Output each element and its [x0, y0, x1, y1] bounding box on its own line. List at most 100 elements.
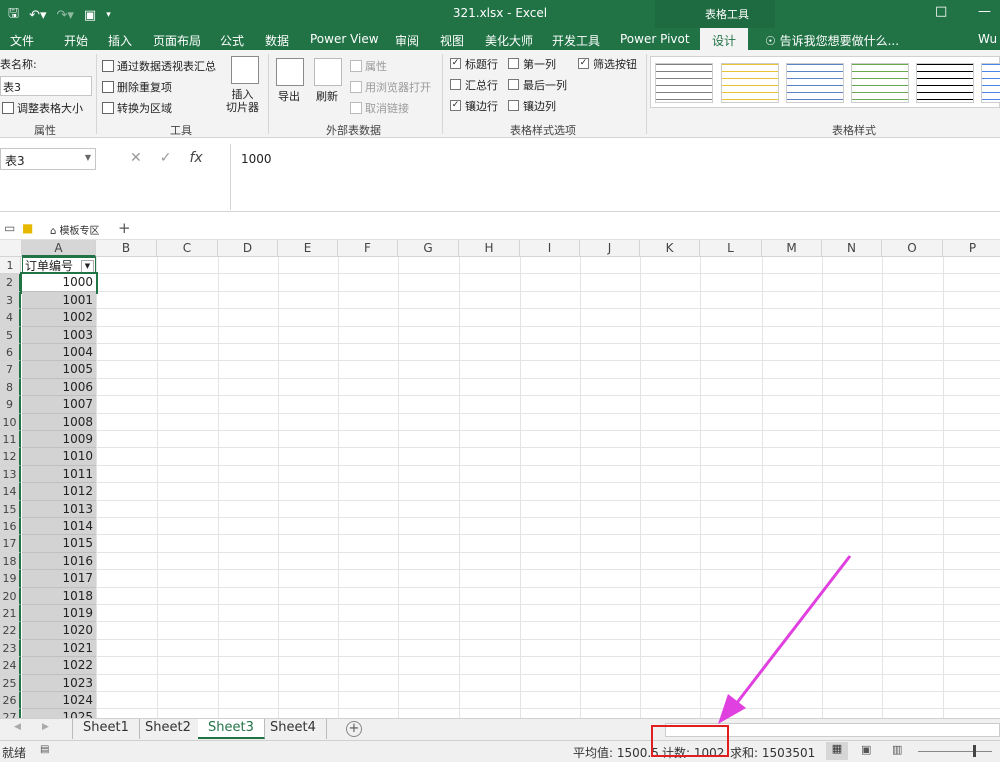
- banded-rows-checkbox[interactable]: ✓: [450, 100, 461, 111]
- user-name[interactable]: Wu: [978, 32, 997, 46]
- cell[interactable]: 1021: [22, 639, 96, 658]
- cell[interactable]: 1015: [22, 535, 96, 553]
- row-header[interactable]: 3: [0, 291, 21, 310]
- minimize-icon[interactable]: —: [978, 4, 991, 19]
- table-style-swatch[interactable]: [786, 63, 844, 103]
- cell[interactable]: 1023: [22, 674, 96, 692]
- header-row-checkbox[interactable]: ✓: [450, 58, 461, 69]
- column-header[interactable]: N: [822, 240, 882, 257]
- column-header[interactable]: P: [943, 240, 1000, 257]
- cell[interactable]: 1008: [22, 413, 96, 431]
- tab-page-layout[interactable]: 页面布局: [153, 32, 201, 49]
- column-header[interactable]: G: [398, 240, 459, 257]
- tab-power-pivot[interactable]: Power Pivot: [620, 32, 690, 46]
- formula-input[interactable]: 1000: [230, 144, 1000, 210]
- insert-slicer-label[interactable]: 插入 切片器: [226, 88, 259, 114]
- column-header[interactable]: A: [22, 240, 96, 257]
- cell[interactable]: 1006: [22, 378, 96, 397]
- row-header[interactable]: 8: [0, 378, 21, 397]
- ribbon-display-options-icon[interactable]: □: [935, 4, 947, 19]
- sheet-tab[interactable]: Sheet2: [135, 719, 202, 739]
- tab-power-view[interactable]: Power View: [310, 32, 379, 46]
- tab-file[interactable]: 文件: [10, 32, 34, 49]
- cell[interactable]: 1011: [22, 465, 96, 484]
- table-style-swatch[interactable]: [721, 63, 779, 103]
- cancel-icon[interactable]: ✕: [130, 150, 142, 166]
- new-file-icon[interactable]: ▭: [4, 221, 15, 235]
- tab-home[interactable]: 开始: [64, 32, 88, 49]
- refresh-button[interactable]: 刷新: [316, 88, 338, 104]
- add-tab-button[interactable]: +: [118, 219, 131, 237]
- select-all-corner[interactable]: [0, 240, 22, 257]
- column-header[interactable]: H: [459, 240, 520, 257]
- row-header[interactable]: 1: [0, 257, 21, 275]
- cell[interactable]: 1001: [22, 291, 96, 310]
- table-style-swatch[interactable]: [655, 63, 713, 103]
- sheet-tab[interactable]: Sheet3: [198, 719, 265, 739]
- cell[interactable]: 1019: [22, 605, 96, 623]
- refresh-icon[interactable]: [314, 58, 342, 86]
- tab-view[interactable]: 视图: [440, 32, 464, 49]
- insert-function-icon[interactable]: fx: [189, 150, 202, 166]
- cell[interactable]: 1005: [22, 361, 96, 379]
- cell[interactable]: 1003: [22, 326, 96, 344]
- row-header[interactable]: 23: [0, 639, 21, 658]
- convert-to-range-button[interactable]: 转换为区域: [102, 100, 172, 116]
- row-header[interactable]: 16: [0, 518, 21, 536]
- scroll-left-icon[interactable]: ◀: [14, 722, 21, 732]
- normal-view-icon[interactable]: ▦: [826, 742, 848, 760]
- macro-record-icon[interactable]: ▤: [40, 744, 49, 755]
- first-column-checkbox[interactable]: [508, 58, 519, 69]
- row-header[interactable]: 2: [0, 274, 21, 292]
- cell[interactable]: 1012: [22, 483, 96, 501]
- sheet-tab[interactable]: Sheet4: [260, 719, 327, 739]
- spreadsheet-grid[interactable]: A B C D E F G H I J K L M N O P 1 订单编号 ▼ 2 1000 3 1001 4 1002 5 10…: [0, 240, 1000, 718]
- zoom-slider[interactable]: [918, 751, 992, 752]
- table-name-input[interactable]: 表3: [0, 76, 92, 96]
- column-header[interactable]: K: [640, 240, 700, 257]
- name-box[interactable]: 表3 ▼: [0, 148, 96, 170]
- tab-design[interactable]: 设计: [700, 28, 749, 50]
- column-header[interactable]: J: [580, 240, 640, 257]
- tell-me-search[interactable]: ☉ 告诉我您想要做什么...: [765, 32, 899, 49]
- row-header[interactable]: 12: [0, 448, 21, 466]
- table-header-cell[interactable]: 订单编号 ▼: [22, 257, 96, 275]
- tab-developer[interactable]: 开发工具: [552, 32, 600, 49]
- last-column-checkbox[interactable]: [508, 79, 519, 90]
- template-zone-tab[interactable]: ⌂ 模板专区: [50, 222, 100, 237]
- column-header[interactable]: E: [278, 240, 338, 257]
- cell[interactable]: 1002: [22, 309, 96, 327]
- filter-dropdown-icon[interactable]: ▼: [81, 260, 94, 273]
- column-header[interactable]: F: [338, 240, 398, 257]
- tab-insert[interactable]: 插入: [108, 32, 132, 49]
- add-sheet-button[interactable]: +: [346, 721, 362, 737]
- tab-beautify[interactable]: 美化大师: [485, 32, 533, 49]
- page-layout-view-icon[interactable]: ▣: [861, 743, 871, 756]
- table-style-swatch[interactable]: [916, 63, 974, 103]
- row-header[interactable]: 5: [0, 326, 21, 344]
- cell[interactable]: 1017: [22, 570, 96, 588]
- tab-formulas[interactable]: 公式: [220, 32, 244, 49]
- pivot-summary-button[interactable]: 通过数据透视表汇总: [102, 58, 216, 74]
- row-header[interactable]: 25: [0, 674, 21, 692]
- tab-review[interactable]: 审阅: [395, 32, 419, 49]
- table-style-swatch[interactable]: [851, 63, 909, 103]
- column-header[interactable]: D: [218, 240, 278, 257]
- export-icon[interactable]: [276, 58, 304, 86]
- cell[interactable]: 1009: [22, 431, 96, 449]
- row-header[interactable]: 18: [0, 552, 21, 571]
- scroll-right-icon[interactable]: ▶: [42, 722, 49, 732]
- row-header[interactable]: 17: [0, 535, 21, 553]
- cell[interactable]: 1025: [22, 709, 96, 718]
- row-header[interactable]: 14: [0, 483, 21, 501]
- export-button[interactable]: 导出: [278, 88, 300, 104]
- row-header[interactable]: 24: [0, 657, 21, 675]
- cell[interactable]: 1013: [22, 500, 96, 518]
- resize-table-button[interactable]: 调整表格大小: [2, 100, 83, 116]
- row-header[interactable]: 4: [0, 309, 21, 327]
- zoom-slider-thumb[interactable]: [973, 745, 976, 757]
- row-header[interactable]: 7: [0, 361, 21, 379]
- cell[interactable]: 1024: [22, 692, 96, 710]
- cell[interactable]: 1018: [22, 587, 96, 605]
- row-header[interactable]: 27: [0, 709, 21, 718]
